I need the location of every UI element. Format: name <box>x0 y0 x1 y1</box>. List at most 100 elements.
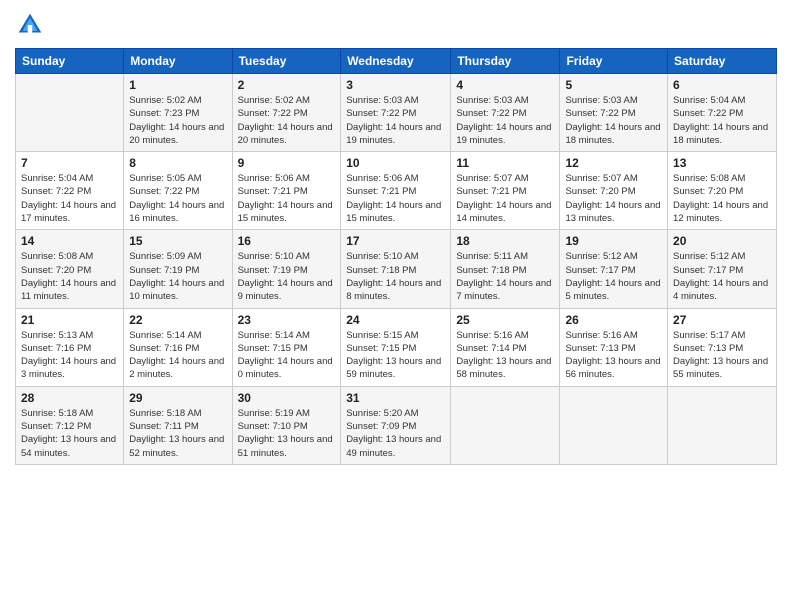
day-number: 30 <box>238 391 336 405</box>
calendar-cell <box>668 386 777 464</box>
day-info: Sunrise: 5:12 AM Sunset: 7:17 PM Dayligh… <box>673 250 771 303</box>
calendar-week-row: 7 Sunrise: 5:04 AM Sunset: 7:22 PM Daylig… <box>16 152 777 230</box>
day-number: 11 <box>456 156 554 170</box>
calendar-cell: 5 Sunrise: 5:03 AM Sunset: 7:22 PM Daylig… <box>560 74 668 152</box>
day-info: Sunrise: 5:03 AM Sunset: 7:22 PM Dayligh… <box>456 94 554 147</box>
calendar-cell: 2Sunrise: 5:02 AM Sunset: 7:22 PM Daylig… <box>232 74 341 152</box>
calendar-header-row: SundayMondayTuesdayWednesdayThursdayFrid… <box>16 49 777 74</box>
logo <box>15 10 49 40</box>
day-info: Sunrise: 5:08 AM Sunset: 7:20 PM Dayligh… <box>673 172 771 225</box>
day-info: Sunrise: 5:14 AM Sunset: 7:16 PM Dayligh… <box>129 329 226 382</box>
day-number: 19 <box>565 234 662 248</box>
day-number: 20 <box>673 234 771 248</box>
day-number: 5 <box>565 78 662 92</box>
day-header-monday: Monday <box>124 49 232 74</box>
day-info: Sunrise: 5:03 AM Sunset: 7:22 PM Dayligh… <box>565 94 662 147</box>
day-info: Sunrise: 5:15 AM Sunset: 7:15 PM Dayligh… <box>346 329 445 382</box>
day-number: 1 <box>129 78 226 92</box>
calendar-cell: 24Sunrise: 5:15 AM Sunset: 7:15 PM Dayli… <box>341 308 451 386</box>
day-number: 21 <box>21 313 118 327</box>
calendar-cell: 27 Sunrise: 5:17 AM Sunset: 7:13 PM Dayli… <box>668 308 777 386</box>
day-info: Sunrise: 5:02 AM Sunset: 7:23 PM Dayligh… <box>129 94 226 147</box>
day-info: Sunrise: 5:07 AM Sunset: 7:21 PM Dayligh… <box>456 172 554 225</box>
day-number: 9 <box>238 156 336 170</box>
calendar-cell <box>16 74 124 152</box>
day-info: Sunrise: 5:10 AM Sunset: 7:19 PM Dayligh… <box>238 250 336 303</box>
calendar-cell: 3Sunrise: 5:03 AM Sunset: 7:22 PM Daylig… <box>341 74 451 152</box>
day-header-sunday: Sunday <box>16 49 124 74</box>
calendar-cell: 7 Sunrise: 5:04 AM Sunset: 7:22 PM Daylig… <box>16 152 124 230</box>
day-header-thursday: Thursday <box>451 49 560 74</box>
calendar-cell: 6 Sunrise: 5:04 AM Sunset: 7:22 PM Daylig… <box>668 74 777 152</box>
day-number: 10 <box>346 156 445 170</box>
calendar-cell: 4 Sunrise: 5:03 AM Sunset: 7:22 PM Daylig… <box>451 74 560 152</box>
day-info: Sunrise: 5:20 AM Sunset: 7:09 PM Dayligh… <box>346 407 445 460</box>
calendar-cell: 28 Sunrise: 5:18 AM Sunset: 7:12 PM Dayli… <box>16 386 124 464</box>
day-info: Sunrise: 5:17 AM Sunset: 7:13 PM Dayligh… <box>673 329 771 382</box>
header <box>15 10 777 40</box>
calendar-cell: 19 Sunrise: 5:12 AM Sunset: 7:17 PM Dayli… <box>560 230 668 308</box>
calendar-cell: 25Sunrise: 5:16 AM Sunset: 7:14 PM Dayli… <box>451 308 560 386</box>
day-info: Sunrise: 5:07 AM Sunset: 7:20 PM Dayligh… <box>565 172 662 225</box>
day-number: 14 <box>21 234 118 248</box>
day-header-tuesday: Tuesday <box>232 49 341 74</box>
day-number: 22 <box>129 313 226 327</box>
day-number: 26 <box>565 313 662 327</box>
day-info: Sunrise: 5:02 AM Sunset: 7:22 PM Dayligh… <box>238 94 336 147</box>
calendar-week-row: 28 Sunrise: 5:18 AM Sunset: 7:12 PM Dayli… <box>16 386 777 464</box>
calendar-cell: 10 Sunrise: 5:06 AM Sunset: 7:21 PM Dayli… <box>341 152 451 230</box>
day-header-wednesday: Wednesday <box>341 49 451 74</box>
day-info: Sunrise: 5:12 AM Sunset: 7:17 PM Dayligh… <box>565 250 662 303</box>
calendar-week-row: 14 Sunrise: 5:08 AM Sunset: 7:20 PM Dayli… <box>16 230 777 308</box>
day-number: 17 <box>346 234 445 248</box>
day-number: 29 <box>129 391 226 405</box>
calendar-cell: 23 Sunrise: 5:14 AM Sunset: 7:15 PM Dayli… <box>232 308 341 386</box>
calendar-table: SundayMondayTuesdayWednesdayThursdayFrid… <box>15 48 777 465</box>
day-number: 3 <box>346 78 445 92</box>
day-info: Sunrise: 5:09 AM Sunset: 7:19 PM Dayligh… <box>129 250 226 303</box>
calendar-cell: 13 Sunrise: 5:08 AM Sunset: 7:20 PM Dayli… <box>668 152 777 230</box>
day-number: 27 <box>673 313 771 327</box>
calendar-cell <box>560 386 668 464</box>
calendar-cell: 17Sunrise: 5:10 AM Sunset: 7:18 PM Dayli… <box>341 230 451 308</box>
day-number: 18 <box>456 234 554 248</box>
day-info: Sunrise: 5:06 AM Sunset: 7:21 PM Dayligh… <box>238 172 336 225</box>
day-number: 31 <box>346 391 445 405</box>
calendar-cell: 29 Sunrise: 5:18 AM Sunset: 7:11 PM Dayli… <box>124 386 232 464</box>
day-number: 7 <box>21 156 118 170</box>
day-info: Sunrise: 5:04 AM Sunset: 7:22 PM Dayligh… <box>21 172 118 225</box>
day-info: Sunrise: 5:18 AM Sunset: 7:12 PM Dayligh… <box>21 407 118 460</box>
calendar-cell: 1 Sunrise: 5:02 AM Sunset: 7:23 PM Daylig… <box>124 74 232 152</box>
day-number: 16 <box>238 234 336 248</box>
calendar-cell: 21Sunrise: 5:13 AM Sunset: 7:16 PM Dayli… <box>16 308 124 386</box>
calendar-cell: 9 Sunrise: 5:06 AM Sunset: 7:21 PM Daylig… <box>232 152 341 230</box>
calendar-cell: 12 Sunrise: 5:07 AM Sunset: 7:20 PM Dayli… <box>560 152 668 230</box>
day-number: 12 <box>565 156 662 170</box>
calendar-cell: 18Sunrise: 5:11 AM Sunset: 7:18 PM Dayli… <box>451 230 560 308</box>
day-number: 8 <box>129 156 226 170</box>
day-info: Sunrise: 5:05 AM Sunset: 7:22 PM Dayligh… <box>129 172 226 225</box>
day-info: Sunrise: 5:18 AM Sunset: 7:11 PM Dayligh… <box>129 407 226 460</box>
day-info: Sunrise: 5:04 AM Sunset: 7:22 PM Dayligh… <box>673 94 771 147</box>
day-info: Sunrise: 5:06 AM Sunset: 7:21 PM Dayligh… <box>346 172 445 225</box>
day-number: 28 <box>21 391 118 405</box>
day-info: Sunrise: 5:08 AM Sunset: 7:20 PM Dayligh… <box>21 250 118 303</box>
day-info: Sunrise: 5:14 AM Sunset: 7:15 PM Dayligh… <box>238 329 336 382</box>
calendar-cell: 15 Sunrise: 5:09 AM Sunset: 7:19 PM Dayli… <box>124 230 232 308</box>
day-number: 13 <box>673 156 771 170</box>
calendar-cell: 8 Sunrise: 5:05 AM Sunset: 7:22 PM Daylig… <box>124 152 232 230</box>
calendar-week-row: 21Sunrise: 5:13 AM Sunset: 7:16 PM Dayli… <box>16 308 777 386</box>
day-header-friday: Friday <box>560 49 668 74</box>
page-container: SundayMondayTuesdayWednesdayThursdayFrid… <box>0 0 792 475</box>
calendar-cell: 26 Sunrise: 5:16 AM Sunset: 7:13 PM Dayli… <box>560 308 668 386</box>
day-number: 6 <box>673 78 771 92</box>
day-number: 15 <box>129 234 226 248</box>
calendar-cell: 14 Sunrise: 5:08 AM Sunset: 7:20 PM Dayli… <box>16 230 124 308</box>
calendar-cell: 11 Sunrise: 5:07 AM Sunset: 7:21 PM Dayli… <box>451 152 560 230</box>
day-info: Sunrise: 5:16 AM Sunset: 7:14 PM Dayligh… <box>456 329 554 382</box>
day-info: Sunrise: 5:16 AM Sunset: 7:13 PM Dayligh… <box>565 329 662 382</box>
day-number: 4 <box>456 78 554 92</box>
calendar-cell: 22 Sunrise: 5:14 AM Sunset: 7:16 PM Dayli… <box>124 308 232 386</box>
calendar-week-row: 1 Sunrise: 5:02 AM Sunset: 7:23 PM Daylig… <box>16 74 777 152</box>
day-number: 23 <box>238 313 336 327</box>
